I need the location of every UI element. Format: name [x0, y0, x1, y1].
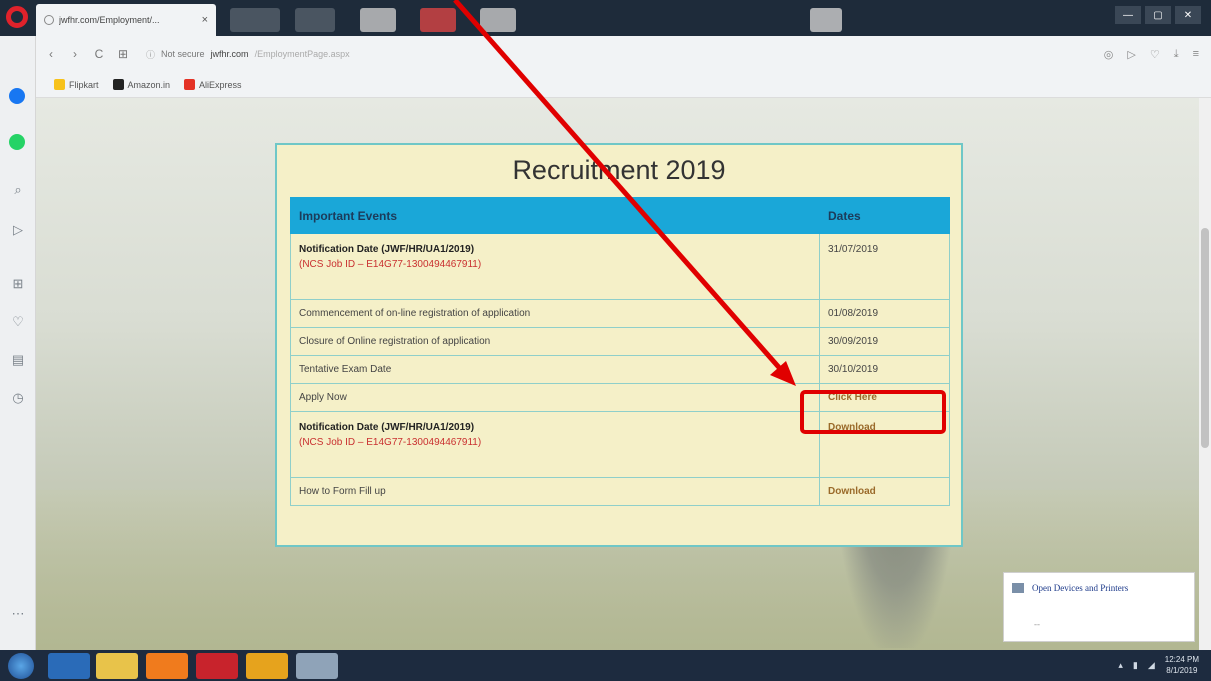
- control-panel-icon[interactable]: [296, 653, 338, 679]
- tray-popup[interactable]: Open Devices and Printers --: [1003, 572, 1195, 642]
- volume-icon[interactable]: ◢: [1148, 660, 1155, 671]
- popup-label[interactable]: Open Devices and Printers: [1032, 583, 1128, 593]
- chrome-icon[interactable]: [246, 653, 288, 679]
- tray-arrow-icon[interactable]: ▴: [1118, 660, 1123, 671]
- printer-icon: [1012, 583, 1024, 593]
- firefox-icon[interactable]: [146, 653, 188, 679]
- ie-icon[interactable]: [48, 653, 90, 679]
- clock-date: 8/1/2019: [1166, 666, 1198, 675]
- clock[interactable]: 12:24 PM 8/1/2019: [1165, 654, 1199, 676]
- taskbar: ▴ ▮ ◢ 12:24 PM 8/1/2019: [0, 650, 1211, 681]
- network-icon[interactable]: ▮: [1133, 660, 1138, 671]
- popup-secondary: --: [1034, 619, 1040, 629]
- system-tray: ▴ ▮ ◢ 12:24 PM 8/1/2019: [1118, 654, 1199, 676]
- arrow-shaft: [453, 0, 785, 374]
- explorer-icon[interactable]: [96, 653, 138, 679]
- opera-taskbar-icon[interactable]: [196, 653, 238, 679]
- start-button[interactable]: [8, 653, 34, 679]
- clock-time: 12:24 PM: [1164, 655, 1199, 664]
